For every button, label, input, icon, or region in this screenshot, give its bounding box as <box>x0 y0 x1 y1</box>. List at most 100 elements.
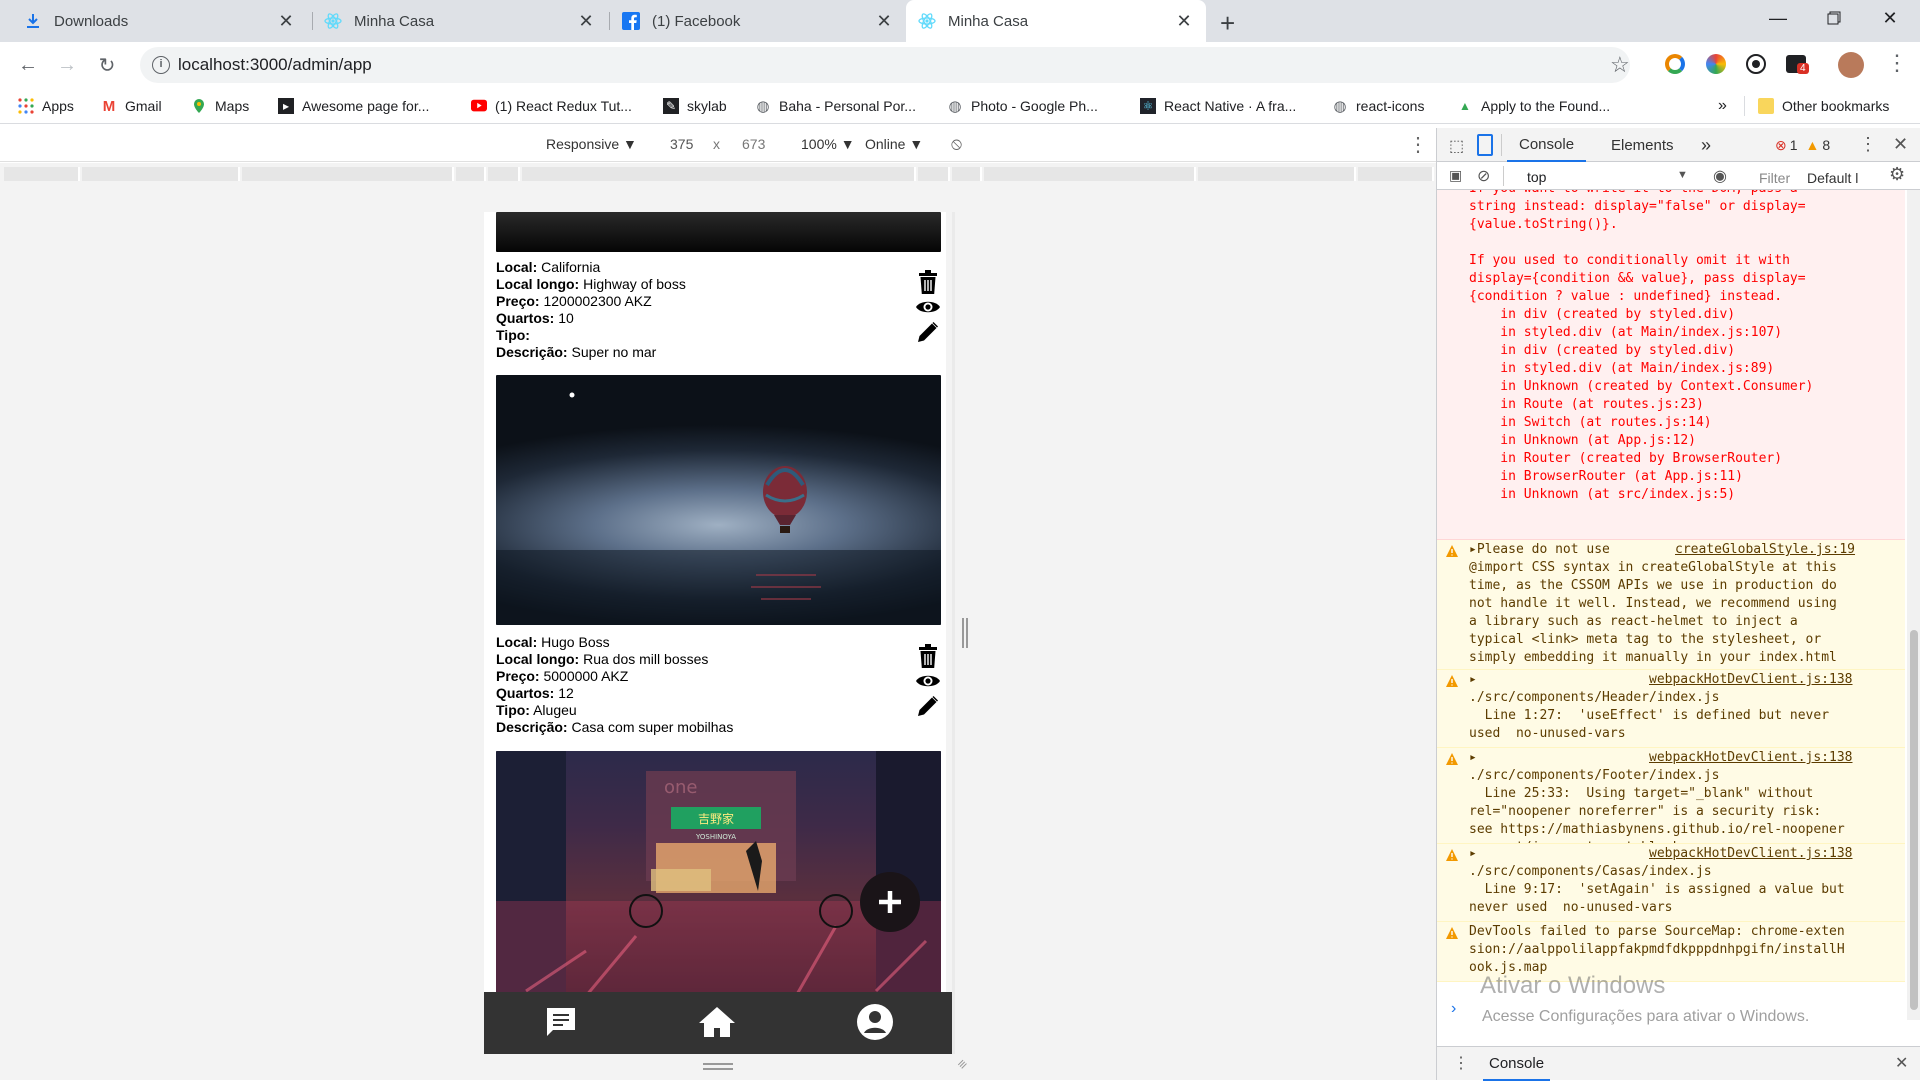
drawer-tab-console[interactable]: Console <box>1483 1055 1551 1081</box>
bookmark-youtube[interactable]: (1) React Redux Tut... <box>471 96 632 116</box>
log-levels-select[interactable]: Default l <box>1807 170 1858 186</box>
chrome-menu-icon[interactable]: ⋮ <box>1886 50 1908 76</box>
house-local-longo: Local longo: Rua dos mill bosses <box>496 651 733 668</box>
bookmark-apps[interactable]: Apps <box>18 96 74 116</box>
resize-handle-right[interactable] <box>962 618 968 648</box>
field-label: Preço: <box>496 293 540 309</box>
reload-button[interactable]: ↻ <box>93 51 121 79</box>
folder-icon <box>1758 98 1774 114</box>
network-throttle-select[interactable]: Online ▼ <box>865 136 923 152</box>
address-bar[interactable]: i localhost:3000/admin/app ☆ <box>140 47 1630 83</box>
react-icon: ⚛ <box>1140 98 1156 114</box>
clear-console-icon[interactable]: ⊘ <box>1477 166 1490 186</box>
record-icon[interactable] <box>1746 54 1766 74</box>
close-tab-icon[interactable]: ✕ <box>576 11 596 32</box>
issues-counter[interactable]: ⊗ 1 ▲ 8 <box>1775 128 1830 162</box>
eye-icon[interactable] <box>914 294 942 319</box>
user-profile-icon[interactable] <box>856 1003 894 1044</box>
gmail-icon: M <box>102 97 116 115</box>
close-drawer-icon[interactable]: ✕ <box>1895 1053 1908 1073</box>
house-image[interactable]: 吉野家 YOSHINOYA one <box>496 751 941 996</box>
console-error-message: If you want to write it to the DOM, pass… <box>1437 190 1905 540</box>
home-icon[interactable] <box>697 1005 737 1042</box>
resize-handle-bottom[interactable] <box>703 1063 733 1070</box>
device-toggle-icon[interactable] <box>1477 134 1493 156</box>
minimize-button[interactable]: — <box>1750 0 1806 36</box>
source-link[interactable]: createGlobalStyle.js:19 <box>1675 541 1855 559</box>
house-image[interactable] <box>496 212 941 252</box>
zoom-select[interactable]: 100% ▼ <box>801 136 855 152</box>
eye-icon[interactable] <box>914 668 942 693</box>
edit-pencil-icon[interactable] <box>914 693 942 718</box>
tab-elements[interactable]: Elements <box>1599 128 1686 162</box>
source-link[interactable]: webpackHotDevClient.js:138 <box>1649 671 1853 689</box>
devtools-menu-icon[interactable]: ⋮ <box>1859 134 1877 155</box>
bookmark-gmail[interactable]: M Gmail <box>101 96 162 116</box>
bookmarks-overflow-button[interactable]: » <box>1718 96 1727 116</box>
source-link[interactable]: webpackHotDevClient.js:138 <box>1649 845 1853 863</box>
bookmark-react-icons[interactable]: ◍ react-icons <box>1332 96 1424 116</box>
chat-icon[interactable] <box>544 1006 578 1041</box>
trash-icon[interactable] <box>914 643 942 668</box>
house-image[interactable] <box>496 375 941 625</box>
extension-icon[interactable] <box>1665 54 1685 74</box>
extension-badge-icon[interactable]: 4 <box>1786 55 1809 74</box>
bookmark-star-icon[interactable]: ☆ <box>1610 52 1630 78</box>
settings-gear-icon[interactable]: ⚙ <box>1889 164 1905 185</box>
bookmark-icon: ✎ <box>663 98 679 114</box>
chrome-color-icon[interactable] <box>1706 54 1726 74</box>
bookmark-photo[interactable]: ◍ Photo - Google Ph... <box>947 96 1097 116</box>
chevron-down-icon[interactable]: ▼ <box>1677 169 1688 181</box>
viewport-height-input[interactable]: 673 <box>742 136 765 152</box>
scrollbar-thumb[interactable] <box>1910 630 1918 1010</box>
info-icon[interactable]: i <box>152 56 170 74</box>
bookmark-react-native[interactable]: ⚛ React Native · A fra... <box>1140 96 1296 116</box>
trash-icon[interactable] <box>914 269 942 294</box>
device-mode-select[interactable]: Responsive ▼ <box>546 136 637 152</box>
add-house-button[interactable] <box>860 872 920 932</box>
bookmark-label: Gmail <box>125 98 162 114</box>
maximize-button[interactable] <box>1806 0 1862 36</box>
field-value: 10 <box>558 310 574 326</box>
field-label: Descrição: <box>496 719 568 735</box>
new-tab-button[interactable]: + <box>1220 8 1235 39</box>
close-tab-icon[interactable]: ✕ <box>276 11 296 32</box>
forward-button[interactable]: → <box>53 51 81 79</box>
edit-pencil-icon[interactable] <box>914 319 942 344</box>
drawer-menu-icon[interactable]: ⋮ <box>1453 1053 1469 1073</box>
bookmark-baha[interactable]: ◍ Baha - Personal Por... <box>755 96 916 116</box>
other-bookmarks[interactable]: Other bookmarks <box>1758 96 1889 116</box>
close-tab-icon[interactable]: ✕ <box>874 11 894 32</box>
bookmark-skylab[interactable]: ✎ skylab <box>663 96 727 116</box>
avatar[interactable] <box>1838 52 1864 78</box>
context-select[interactable]: top <box>1527 169 1546 185</box>
live-expression-eye-icon[interactable]: ◉ <box>1713 166 1727 186</box>
tab-minha-casa-active[interactable]: Minha Casa ✕ <box>906 0 1206 42</box>
bookmark-maps[interactable]: Maps <box>191 96 249 116</box>
viewport-width-input[interactable]: 375 <box>670 136 693 152</box>
rotate-icon[interactable]: ⦸ <box>951 134 962 154</box>
back-button[interactable]: ← <box>14 51 42 79</box>
tab-console[interactable]: Console <box>1507 128 1587 162</box>
filter-input[interactable]: Filter <box>1759 170 1790 186</box>
tab-downloads[interactable]: Downloads ✕ <box>12 0 308 42</box>
source-link[interactable]: webpackHotDevClient.js:138 <box>1649 749 1853 767</box>
close-devtools-icon[interactable]: ✕ <box>1893 134 1908 155</box>
bookmark-apply[interactable]: ▲ Apply to the Found... <box>1457 96 1610 116</box>
sidebar-toggle-icon[interactable]: ▣ <box>1449 167 1462 184</box>
bookmark-awesome[interactable]: ▸ Awesome page for... <box>278 96 429 116</box>
window-close-button[interactable]: ✕ <box>1862 0 1918 36</box>
chevron-double-icon: » <box>1718 97 1727 114</box>
tab-minha-casa[interactable]: Minha Casa ✕ <box>312 0 608 42</box>
warning-icon <box>1446 675 1458 687</box>
warning-text: DevTools failed to parse SourceMap: chro… <box>1469 924 1845 975</box>
inspect-element-icon[interactable]: ⬚ <box>1449 136 1464 156</box>
more-tabs-button[interactable]: » <box>1701 128 1711 162</box>
console-prompt[interactable]: › <box>1451 1000 1456 1018</box>
device-menu-icon[interactable]: ⋮ <box>1408 132 1428 157</box>
error-text: If you want to write it to the DOM, pass… <box>1469 190 1814 502</box>
console-scrollbar[interactable] <box>1907 190 1920 1020</box>
tab-facebook[interactable]: (1) Facebook ✕ <box>610 0 906 42</box>
youtube-icon <box>471 98 487 114</box>
close-tab-icon[interactable]: ✕ <box>1174 11 1194 32</box>
